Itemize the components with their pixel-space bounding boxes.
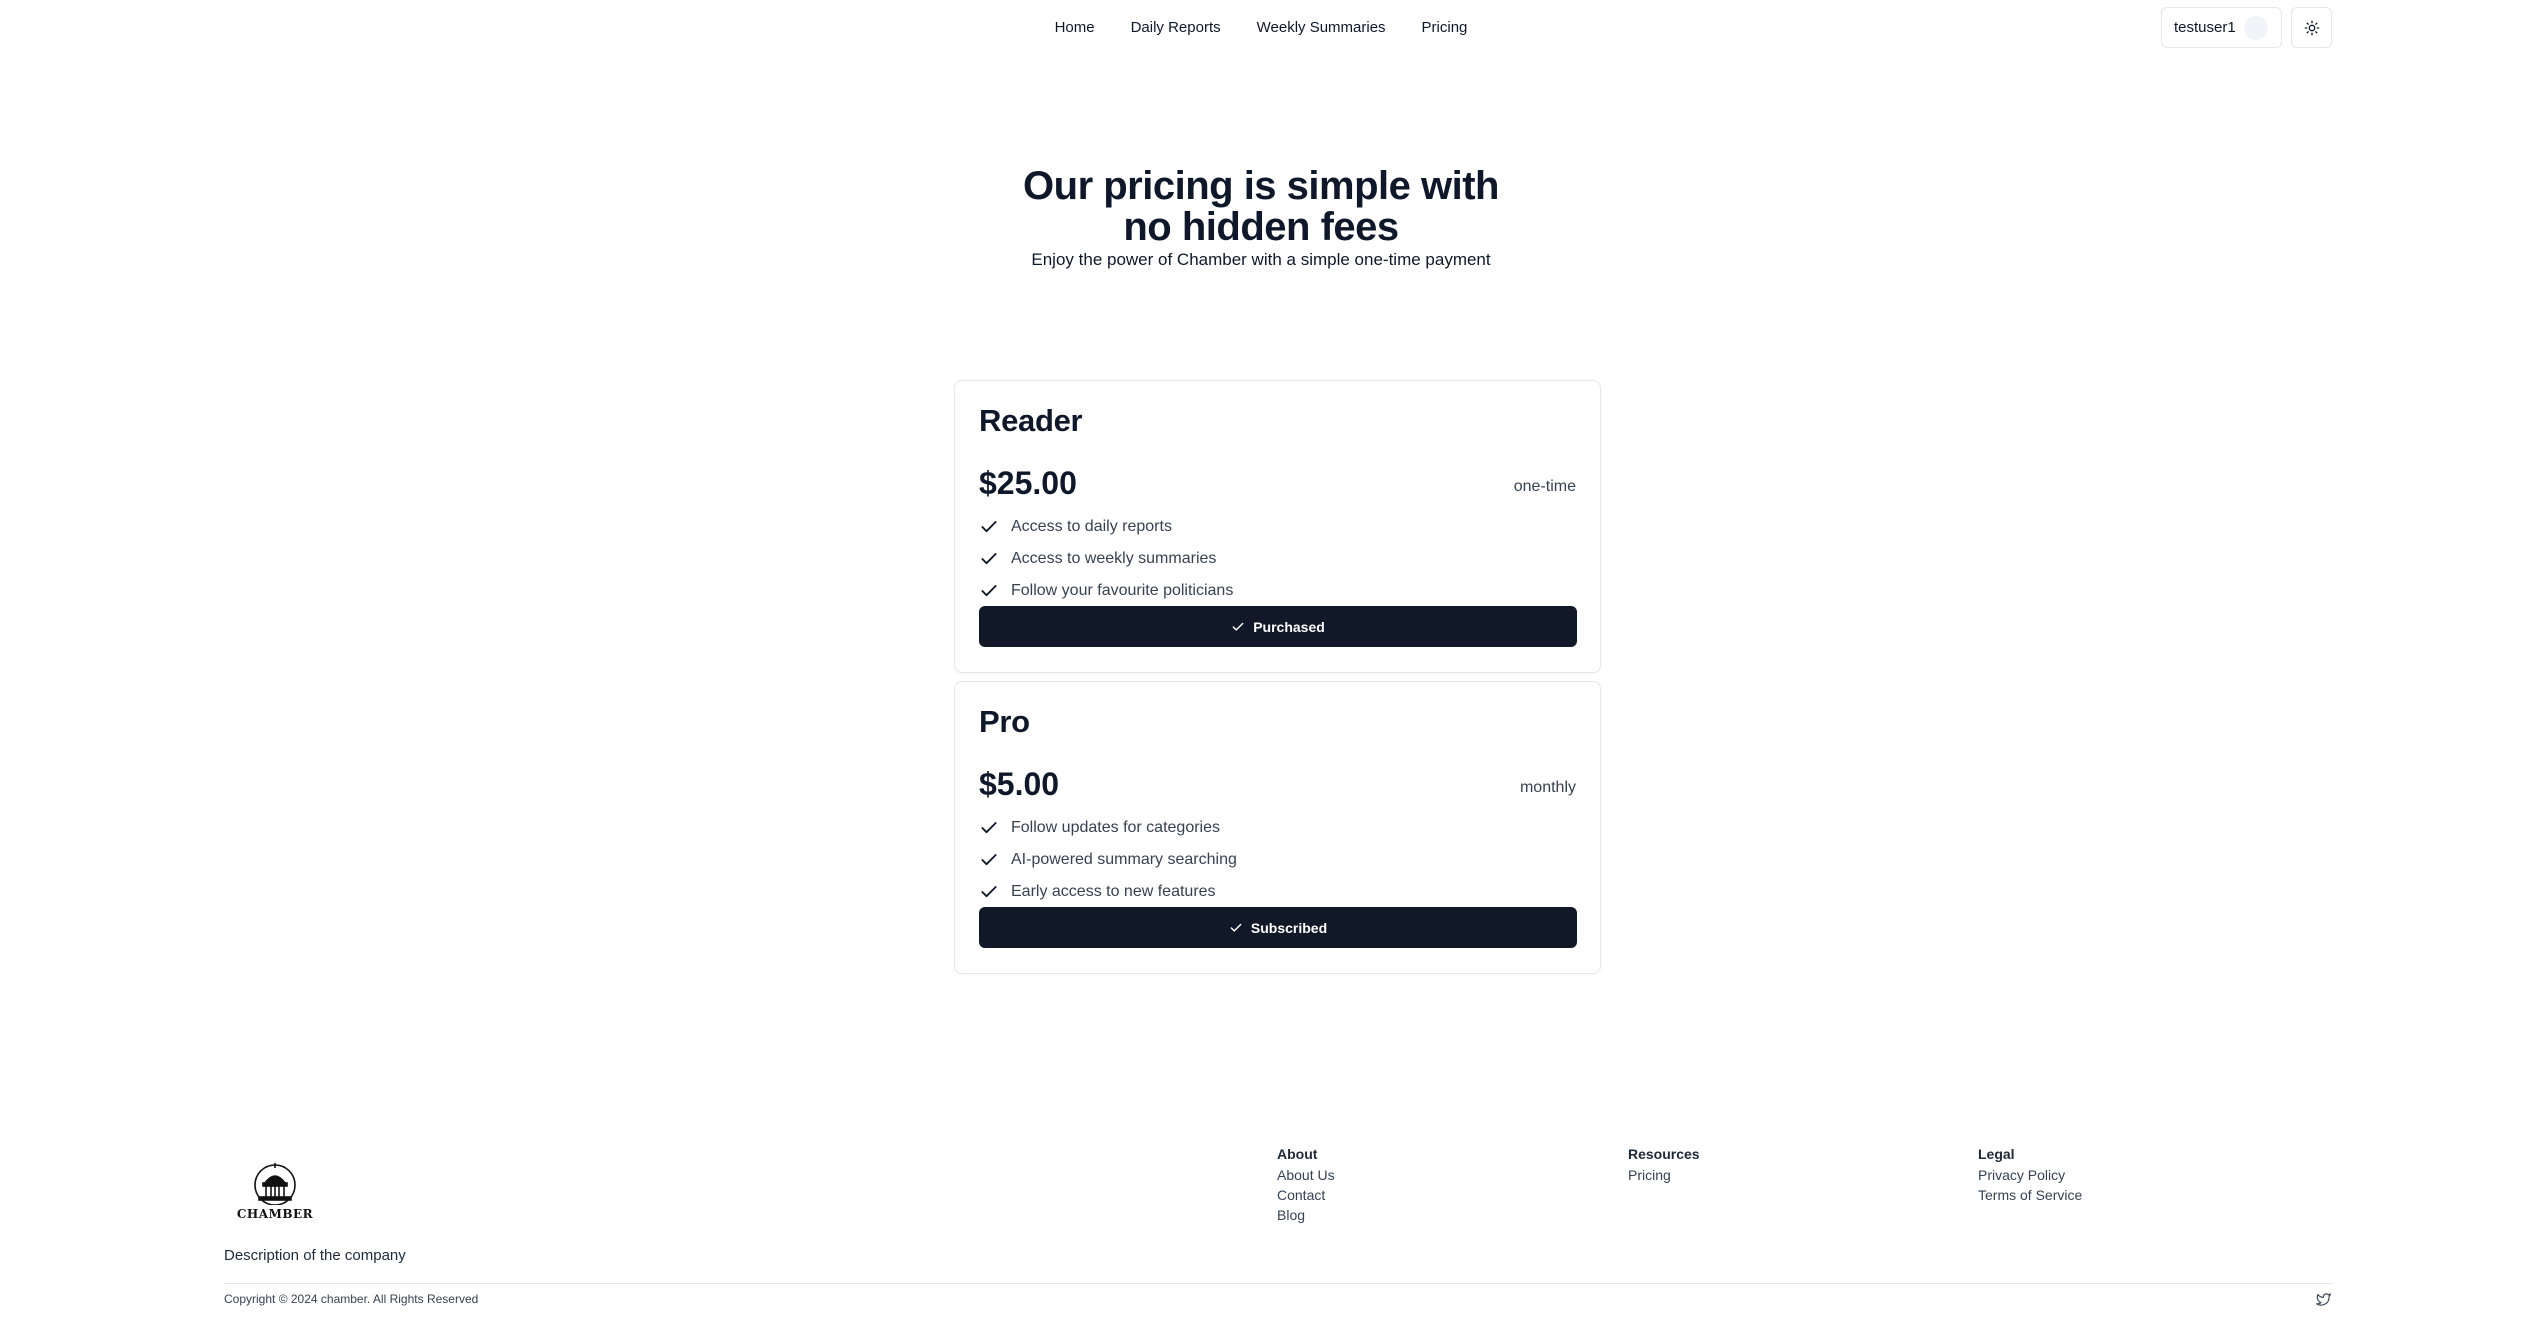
- page-subtitle: Enjoy the power of Chamber with a simple…: [1031, 250, 1491, 269]
- footer-link-pricing[interactable]: Pricing: [1628, 1165, 1700, 1185]
- footer-link-about-us[interactable]: About Us: [1277, 1165, 1335, 1185]
- purchased-button[interactable]: Purchased: [979, 606, 1577, 647]
- footer-column-title: Legal: [1978, 1146, 2015, 1162]
- twitter-icon: [2316, 1293, 2331, 1306]
- subscribed-button-label: Subscribed: [1250, 919, 1328, 936]
- check-icon: [981, 521, 997, 533]
- capitol-building-icon: [254, 1163, 296, 1205]
- subscribed-button[interactable]: Subscribed: [979, 907, 1577, 948]
- plan-price: $5.00: [979, 766, 1060, 802]
- feature-list: Follow updates for categories AI-powered…: [979, 812, 1237, 908]
- copyright-text: Copyright © 2024 chamber. All Rights Res…: [224, 1292, 479, 1306]
- check-icon: [981, 822, 997, 834]
- check-icon: [981, 886, 997, 898]
- check-icon: [981, 585, 997, 597]
- page-title: Our pricing is simple with no hidden fee…: [1023, 164, 1499, 249]
- footer-link-privacy-policy[interactable]: Privacy Policy: [1978, 1165, 2082, 1185]
- footer-link-blog[interactable]: Blog: [1277, 1205, 1335, 1225]
- plan-name: Pro: [979, 704, 1030, 739]
- twitter-link[interactable]: [2315, 1292, 2332, 1312]
- feature-text: Follow updates for categories: [1011, 819, 1220, 836]
- plan-period: one-time: [1513, 478, 1576, 495]
- footer-column-about: About About Us Contact Blog: [1277, 1146, 1335, 1225]
- avatar: [2243, 15, 2268, 40]
- plan-card-pro: Pro $5.00 monthly Follow updates for cat…: [954, 681, 1601, 974]
- feature-item: Follow updates for categories: [979, 812, 1237, 844]
- company-description: Description of the company: [224, 1247, 406, 1264]
- footer-column-legal: Legal Privacy Policy Terms of Service: [1978, 1146, 2082, 1205]
- feature-text: AI-powered summary searching: [1011, 851, 1237, 868]
- user-menu-button[interactable]: testuser1: [2161, 7, 2282, 48]
- plan-period: monthly: [1519, 779, 1576, 796]
- plan-name: Reader: [979, 403, 1083, 438]
- feature-text: Access to daily reports: [1011, 518, 1172, 535]
- pricing-hero: Our pricing is simple with no hidden fee…: [0, 166, 2522, 270]
- feature-item: Access to weekly summaries: [979, 543, 1233, 575]
- footer-column-title: About: [1277, 1146, 1318, 1162]
- check-icon: [1232, 622, 1244, 631]
- check-icon: [981, 553, 997, 565]
- footer-divider: [224, 1283, 2332, 1284]
- check-icon: [1230, 923, 1242, 932]
- footer-column-title: Resources: [1628, 1146, 1700, 1162]
- footer-link-terms-of-service[interactable]: Terms of Service: [1978, 1185, 2082, 1205]
- feature-item: Early access to new features: [979, 876, 1237, 908]
- check-icon: [981, 854, 997, 866]
- footer-column-resources: Resources Pricing: [1628, 1146, 1700, 1185]
- purchased-button-label: Purchased: [1253, 618, 1325, 635]
- feature-text: Early access to new features: [1011, 883, 1216, 900]
- feature-text: Follow your favourite politicians: [1011, 582, 1234, 599]
- feature-list: Access to daily reports Access to weekly…: [979, 511, 1233, 607]
- nav-link-home[interactable]: Home: [1055, 18, 1095, 38]
- nav-link-weekly-summaries[interactable]: Weekly Summaries: [1257, 18, 1386, 38]
- plan-card-reader: Reader $25.00 one-time Access to daily r…: [954, 380, 1601, 673]
- plan-price: $25.00: [979, 465, 1077, 501]
- company-logo[interactable]: CHAMBER: [224, 1150, 326, 1232]
- nav-links: Home Daily Reports Weekly Summaries Pric…: [0, 18, 2522, 38]
- feature-item: Access to daily reports: [979, 511, 1233, 543]
- feature-item: Follow your favourite politicians: [979, 575, 1233, 607]
- nav-link-daily-reports[interactable]: Daily Reports: [1131, 18, 1221, 38]
- footer-link-contact[interactable]: Contact: [1277, 1185, 1335, 1205]
- nav-link-pricing[interactable]: Pricing: [1422, 18, 1468, 38]
- theme-toggle-button[interactable]: [2291, 7, 2332, 48]
- feature-text: Access to weekly summaries: [1011, 550, 1217, 567]
- sun-icon: [2304, 20, 2319, 35]
- top-navigation: Home Daily Reports Weekly Summaries Pric…: [0, 0, 2522, 58]
- logo-wordmark: CHAMBER: [236, 1207, 314, 1221]
- username-label: testuser1: [2174, 19, 2236, 36]
- feature-item: AI-powered summary searching: [979, 844, 1237, 876]
